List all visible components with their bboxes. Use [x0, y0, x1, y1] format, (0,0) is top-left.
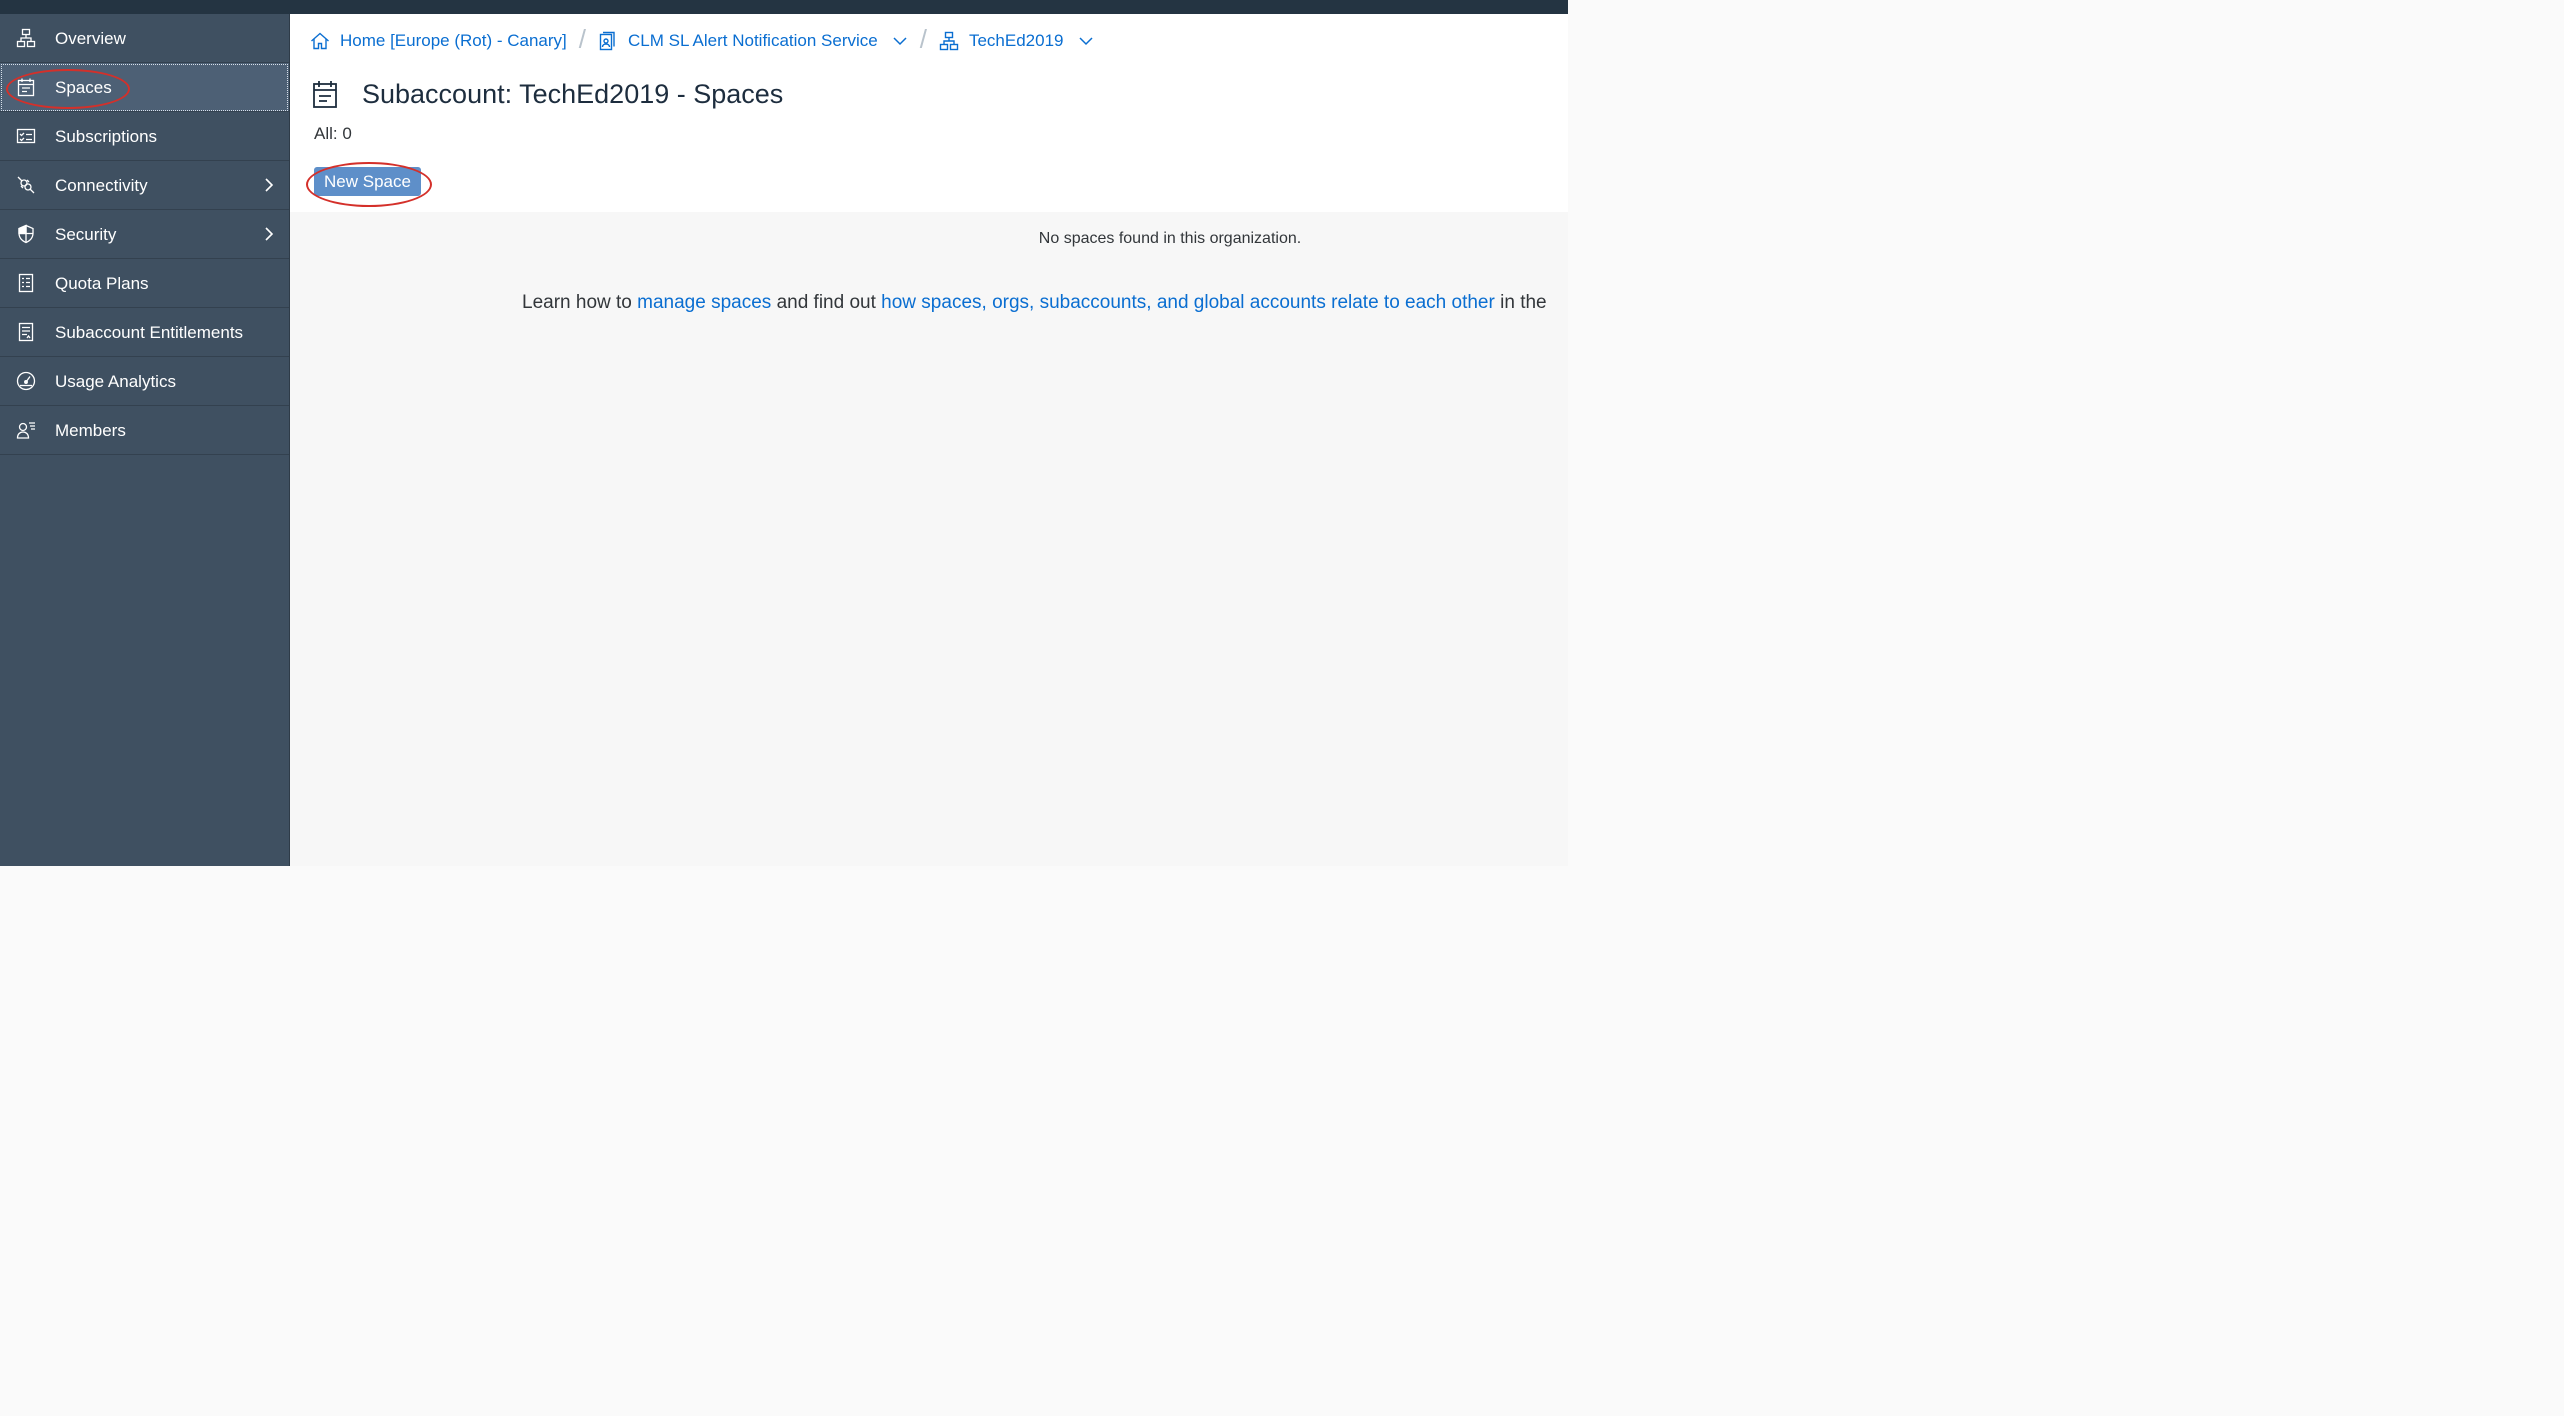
- spaces-icon: [312, 79, 338, 109]
- learn-more-text: Learn how to manage spaces and find out …: [522, 292, 1547, 314]
- chevron-right-icon: [263, 176, 275, 194]
- shield-icon: [16, 224, 36, 244]
- hierarchy-icon: [16, 28, 36, 48]
- sidebar-item-label: Quota Plans: [55, 274, 149, 293]
- sidebar-item-quota-plans[interactable]: Quota Plans: [0, 259, 289, 308]
- sidebar: Overview Spaces Subscriptions Connectivi…: [0, 14, 290, 866]
- home-icon: [310, 31, 330, 51]
- learn-prefix: Learn how to: [522, 292, 638, 313]
- empty-state-message: No spaces found in this organization.: [1038, 230, 1302, 247]
- sidebar-item-spaces[interactable]: Spaces: [0, 63, 289, 112]
- breadcrumb-subaccount[interactable]: TechEd2019: [939, 31, 1094, 51]
- spaces-content: No spaces found in this organization. Le…: [290, 212, 1568, 866]
- hierarchy-icon: [939, 31, 959, 51]
- sidebar-item-usage-analytics[interactable]: Usage Analytics: [0, 357, 289, 406]
- breadcrumb-home[interactable]: Home [Europe (Rot) - Canary]: [310, 31, 567, 51]
- breadcrumb: Home [Europe (Rot) - Canary] / CLM SL Al…: [310, 24, 1094, 54]
- breadcrumb-home-label: Home [Europe (Rot) - Canary]: [340, 31, 567, 50]
- entitlements-icon: [16, 322, 36, 342]
- breadcrumb-separator: /: [578, 23, 586, 54]
- sidebar-item-connectivity[interactable]: Connectivity: [0, 161, 289, 210]
- learn-middle: and find out: [771, 292, 882, 313]
- sidebar-item-label: Subaccount Entitlements: [55, 323, 244, 342]
- sidebar-item-label: Subscriptions: [55, 127, 158, 146]
- main-content: Home [Europe (Rot) - Canary] / CLM SL Al…: [290, 14, 1568, 866]
- members-icon: [16, 420, 36, 440]
- sidebar-item-label: Usage Analytics: [55, 372, 176, 391]
- breadcrumb-subaccount-label: TechEd2019: [968, 31, 1064, 50]
- sidebar-item-security[interactable]: Security: [0, 210, 289, 259]
- breadcrumb-global-account-label: CLM SL Alert Notification Service: [627, 31, 878, 50]
- quota-icon: [16, 273, 36, 293]
- spaces-icon: [16, 77, 36, 97]
- sidebar-item-label: Members: [55, 421, 126, 440]
- sidebar-item-label: Spaces: [55, 78, 112, 97]
- spaces-count: All: 0: [314, 124, 352, 143]
- learn-suffix: in the: [1494, 292, 1547, 313]
- title-row: Subaccount: TechEd2019 - Spaces: [312, 78, 783, 110]
- sidebar-item-label: Connectivity: [55, 176, 148, 195]
- relationships-link[interactable]: how spaces, orgs, subaccounts, and globa…: [881, 292, 1495, 313]
- global-account-icon: [598, 31, 618, 51]
- gauge-icon: [16, 371, 36, 391]
- page-header: Home [Europe (Rot) - Canary] / CLM SL Al…: [290, 14, 1568, 212]
- checklist-icon: [16, 126, 36, 146]
- chevron-right-icon: [263, 225, 275, 243]
- breadcrumb-global-account[interactable]: CLM SL Alert Notification Service: [598, 31, 908, 51]
- chevron-down-icon[interactable]: [892, 33, 908, 49]
- sidebar-item-members[interactable]: Members: [0, 406, 289, 455]
- top-shell-bar: [0, 0, 1568, 14]
- manage-spaces-link[interactable]: manage spaces: [637, 292, 771, 313]
- sidebar-item-subscriptions[interactable]: Subscriptions: [0, 112, 289, 161]
- connectivity-icon: [16, 175, 36, 195]
- breadcrumb-separator: /: [919, 23, 927, 54]
- chevron-down-icon[interactable]: [1078, 33, 1094, 49]
- sidebar-item-label: Security: [55, 225, 117, 244]
- sidebar-item-overview[interactable]: Overview: [0, 14, 289, 63]
- sidebar-item-label: Overview: [55, 29, 126, 48]
- sidebar-item-subaccount-entitlements[interactable]: Subaccount Entitlements: [0, 308, 289, 357]
- page-title: Subaccount: TechEd2019 - Spaces: [362, 78, 784, 109]
- new-space-button[interactable]: New Space: [314, 167, 421, 196]
